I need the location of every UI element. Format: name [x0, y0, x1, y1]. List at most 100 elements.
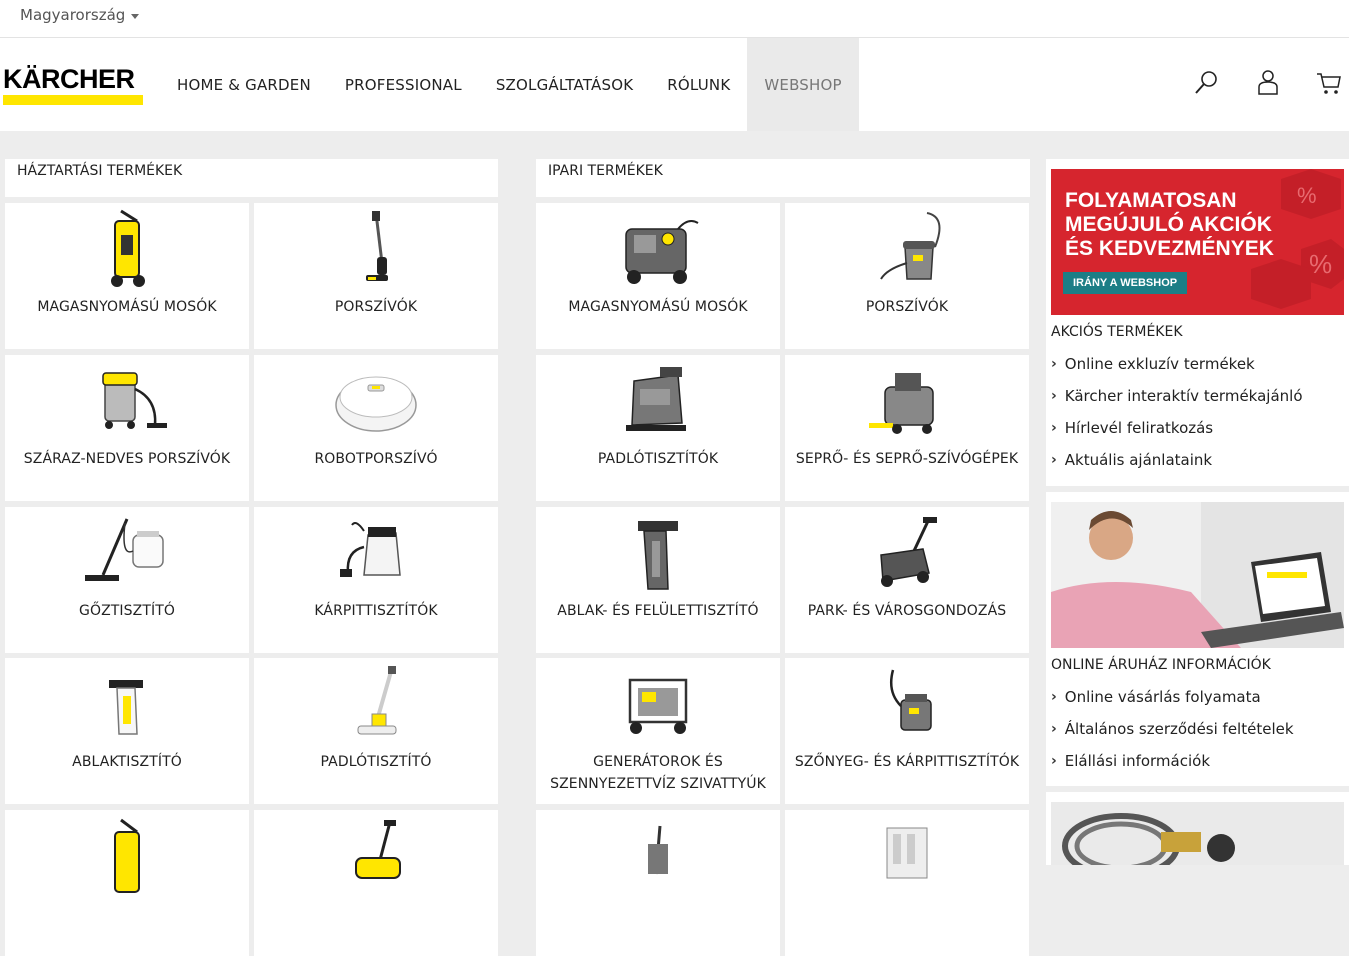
online-shopping-photo[interactable] [1051, 502, 1344, 648]
household-tile-10[interactable] [254, 810, 498, 956]
promo-banner[interactable]: % % FOLYAMATOSAN MEGÚJULÓ AKCIÓK ÉS KEDV… [1051, 169, 1344, 315]
shop-info-link[interactable]: › Általános szerződési feltételek [1051, 720, 1294, 738]
household-tile-robot-vacuum[interactable]: ROBOTPORSZÍVÓ [254, 355, 498, 501]
window-vac-image [109, 680, 143, 735]
lawn-mower-image [880, 517, 937, 587]
nav-home-garden[interactable]: HOME & GARDEN [160, 38, 328, 131]
industrial-tile-generators-pumps[interactable]: GENERÁTOROK ÉS SZENNYEZETTVÍZ SZIVATTYÚK [536, 658, 780, 804]
industrial-tile-vacuums[interactable]: PORSZÍVÓK [785, 203, 1029, 349]
sidebar-promo-box: % % FOLYAMATOSAN MEGÚJULÓ AKCIÓK ÉS KEDV… [1046, 159, 1349, 486]
pressure-washer-image [114, 818, 140, 893]
svg-text:%: % [1297, 183, 1317, 208]
webshop-button[interactable]: IRÁNY A WEBSHOP [1063, 272, 1188, 294]
chevron-right-icon: › [1051, 356, 1057, 372]
industrial-tile-window-surface[interactable]: ABLAK- ÉS FELÜLETTISZTÍTÓ [536, 507, 780, 653]
industrial-tile-floor-cleaners[interactable]: PADLÓTISZTÍTÓK [536, 355, 780, 501]
tile-label: MAGASNYOMÁSÚ MOSÓK [568, 299, 748, 315]
tile-label: SEPRŐ- ÉS SEPRŐ-SZÍVÓGÉPEK [795, 451, 1019, 467]
nav-services[interactable]: SZOLGÁLTATÁSOK [479, 38, 650, 131]
generator-image [628, 678, 688, 734]
industrial-tile-10[interactable] [785, 810, 1029, 956]
tile-label: GENERÁTOROK ÉS SZENNYEZETTVÍZ SZIVATTYÚK [550, 754, 766, 792]
tub-vacuum-image [880, 212, 941, 280]
country-selector[interactable]: Magyarország [20, 6, 140, 24]
promo-title-line: FOLYAMATOSAN [1065, 189, 1237, 212]
industrial-tile-sweepers[interactable]: SEPRŐ- ÉS SEPRŐ-SZÍVÓGÉPEK [785, 355, 1029, 501]
user-icon[interactable] [1255, 68, 1281, 96]
sale-link[interactable]: › Aktuális ajánlataink [1051, 451, 1212, 469]
household-tile-steam-cleaner[interactable]: GŐZTISZTÍTÓ [5, 507, 249, 653]
household-tile-upholstery-cleaners[interactable]: KÁRPITTISZTÍTÓK [254, 507, 498, 653]
tile-label: ABLAK- ÉS FELÜLETTISZTÍTÓ [557, 603, 759, 619]
svg-text:%: % [1309, 249, 1332, 279]
carpet-cleaner-image [890, 669, 932, 731]
household-tile-window-cleaner[interactable]: ABLAKTISZTÍTÓ [5, 658, 249, 804]
floor-cleaner-image [357, 666, 397, 735]
window-vac-pro-image [638, 521, 678, 590]
main-nav: HOME & GARDEN PROFESSIONAL SZOLGÁLTATÁSO… [160, 38, 859, 131]
household-tile-floor-cleaner[interactable]: PADLÓTISZTÍTÓ [254, 658, 498, 804]
karcher-logo[interactable]: KÄRCHER [3, 64, 143, 105]
household-tile-wet-dry-vacuums[interactable]: SZÁRAZ-NEDVES PORSZÍVÓK [5, 355, 249, 501]
chevron-right-icon: › [1051, 452, 1057, 468]
industrial-tile-carpet-cleaners[interactable]: SZŐNYEG- ÉS KÁRPITTISZTÍTÓK [785, 658, 1029, 804]
sale-heading: AKCIÓS TERMÉKEK [1051, 324, 1183, 340]
country-label: Magyarország [20, 6, 126, 24]
cart-icon[interactable] [1316, 68, 1342, 96]
household-tile-vacuums[interactable]: PORSZÍVÓK [254, 203, 498, 349]
wet-dry-vacuum-image [102, 372, 167, 429]
chevron-right-icon: › [1051, 721, 1057, 737]
household-section-title: HÁZTARTÁSI TERMÉKEK [5, 159, 498, 197]
hot-water-washer-image [625, 220, 699, 284]
sidebar-bottom-box [1046, 792, 1349, 865]
top-bar: Magyarország [0, 0, 1349, 38]
shop-info-link[interactable]: › Elállási információk [1051, 752, 1210, 770]
chevron-down-icon [131, 13, 140, 19]
industrial-section-title: IPARI TERMÉKEK [536, 159, 1030, 197]
sale-link[interactable]: › Kärcher interaktív termékajánló [1051, 387, 1303, 405]
logo-text: KÄRCHER [3, 64, 135, 94]
tile-label: ABLAKTISZTÍTÓ [72, 754, 182, 770]
nav-webshop[interactable]: WEBSHOP [747, 38, 859, 131]
lawn-mower-image [355, 820, 401, 879]
shop-info-heading: ONLINE ÁRUHÁZ INFORMÁCIÓK [1051, 657, 1271, 673]
link-label: Online exkluzív termékek [1064, 355, 1255, 373]
trolley-image [648, 825, 668, 875]
promo-title-line: ÉS KEDVEZMÉNYEK [1065, 237, 1274, 260]
tile-label: PARK- ÉS VÁROSGONDOZÁS [807, 603, 1007, 619]
sweeper-image [869, 373, 934, 434]
nav-professional[interactable]: PROFESSIONAL [328, 38, 479, 131]
sale-link[interactable]: › Hírlevél feliratkozás [1051, 419, 1213, 437]
tile-label: SZŐNYEG- ÉS KÁRPITTISZTÍTÓK [794, 754, 1020, 770]
link-label: Aktuális ajánlataink [1064, 451, 1213, 469]
chevron-right-icon: › [1051, 689, 1057, 705]
chevron-right-icon: › [1051, 388, 1057, 404]
shop-info-link[interactable]: › Online vásárlás folyamata [1051, 688, 1261, 706]
tile-label: PADLÓTISZTÍTÓK [597, 451, 719, 467]
chevron-right-icon: › [1051, 753, 1057, 769]
pressure-washer-image [111, 209, 145, 287]
tile-label: SZÁRAZ-NEDVES PORSZÍVÓK [23, 451, 231, 467]
sale-link[interactable]: › Online exkluzív termékek [1051, 355, 1255, 373]
link-label: Online vásárlás folyamata [1064, 688, 1261, 706]
tile-label: PADLÓTISZTÍTÓ [320, 754, 432, 770]
hose-reel-photo[interactable] [1051, 802, 1344, 865]
nav-about[interactable]: RÓLUNK [650, 38, 747, 131]
link-label: Kärcher interaktív termékajánló [1064, 387, 1303, 405]
household-tile-pressure-washers[interactable]: MAGASNYOMÁSÚ MOSÓK [5, 203, 249, 349]
promo-title: FOLYAMATOSAN MEGÚJULÓ AKCIÓK ÉS KEDVEZMÉ… [1065, 189, 1274, 261]
steam-cleaner-image [85, 518, 164, 581]
link-label: Általános szerződési feltételek [1064, 720, 1294, 738]
household-tile-9[interactable] [5, 810, 249, 956]
scrubber-dryer-image [626, 367, 686, 431]
link-label: Hírlevél feliratkozás [1064, 419, 1214, 437]
industrial-tile-park-city[interactable]: PARK- ÉS VÁROSGONDOZÁS [785, 507, 1029, 653]
search-icon[interactable] [1194, 68, 1220, 96]
industrial-tile-9[interactable] [536, 810, 780, 956]
tile-label: PORSZÍVÓK [334, 299, 418, 315]
main-header: KÄRCHER HOME & GARDEN PROFESSIONAL SZOLG… [0, 38, 1349, 131]
water-system-image [886, 827, 928, 879]
upholstery-cleaner-image [340, 522, 401, 577]
tile-label: ROBOTPORSZÍVÓ [314, 451, 438, 467]
industrial-tile-pressure-washers[interactable]: MAGASNYOMÁSÚ MOSÓK [536, 203, 780, 349]
